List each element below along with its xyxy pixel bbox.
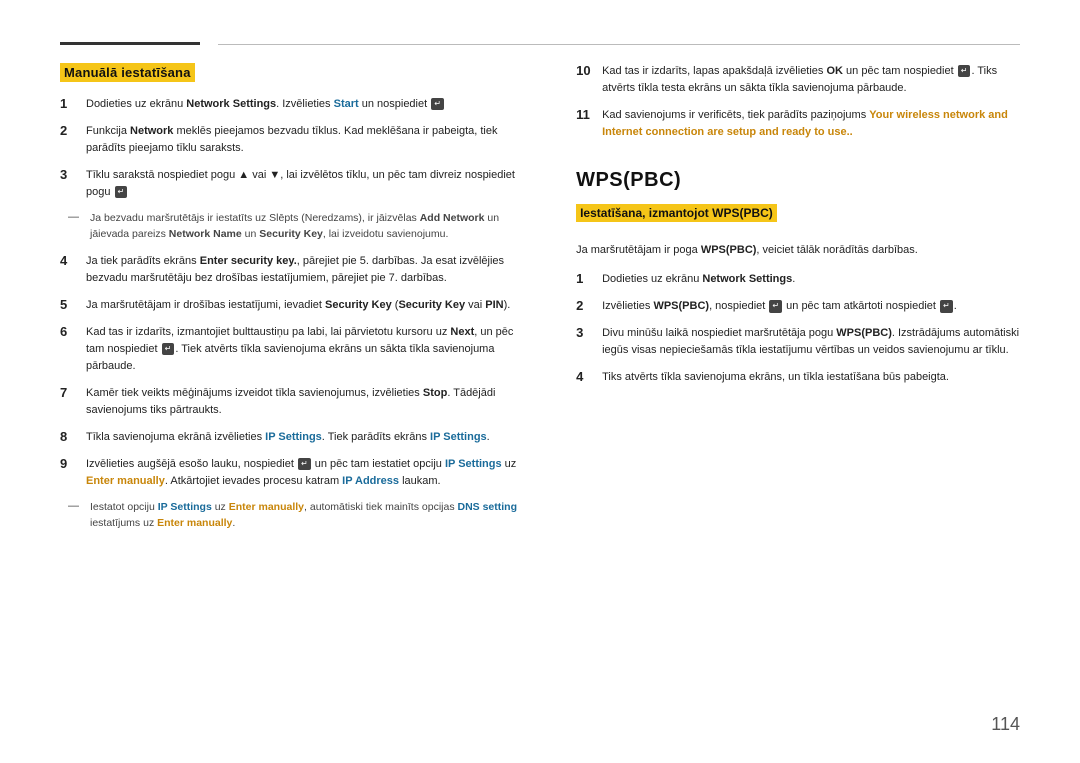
list-item: 1 Dodieties uz ekrānu Network Settings. … xyxy=(60,96,526,113)
page-number: 114 xyxy=(991,714,1020,735)
list-item: 6 Kad tas ir izdarīts, izmantojiet bultt… xyxy=(60,324,526,375)
list-item: 5 Ja maršrutētājam ir drošības iestatīju… xyxy=(60,297,526,314)
list-item: 4 Tiks atvērts tīkla savienojuma ekrāns,… xyxy=(576,369,1020,386)
main-content: Manuālā iestatīšana 1 Dodieties uz ekrān… xyxy=(60,63,1020,723)
enter-icon: ↵ xyxy=(298,458,311,470)
top-bar-right xyxy=(218,44,1020,45)
left-section-title: Manuālā iestatīšana xyxy=(60,63,526,96)
list-item: 10 Kad tas ir izdarīts, lapas apakšdaļā … xyxy=(576,63,1020,97)
list-item: 2 Funkcija Network meklēs pieejamos bezv… xyxy=(60,123,526,157)
wps-intro-text: Ja maršrutētājam ir poga WPS(PBC), veici… xyxy=(576,242,1020,259)
list-item: 7 Kamēr tiek veikts mēģinājums izveidot … xyxy=(60,385,526,419)
enter-icon: ↵ xyxy=(162,343,175,355)
list-item: 11 Kad savienojums ir verificēts, tiek p… xyxy=(576,107,1020,141)
top-divider xyxy=(60,40,1020,45)
enter-icon: ↵ xyxy=(940,300,953,312)
list-item: 8 Tīkla savienojuma ekrānā izvēlieties I… xyxy=(60,429,526,446)
list-item: 4 Ja tiek parādīts ekrāns Enter security… xyxy=(60,253,526,287)
enter-icon: ↵ xyxy=(115,186,128,198)
list-item: 2 Izvēlieties WPS(PBC), nospiediet ↵ un … xyxy=(576,298,1020,315)
list-item: 1 Dodieties uz ekrānu Network Settings. xyxy=(576,271,1020,288)
note-item: — Ja bezvadu maršrutētājs ir iestatīts u… xyxy=(68,211,526,243)
enter-icon: ↵ xyxy=(958,65,971,77)
wps-title: WPS(PBC) xyxy=(576,169,1020,192)
list-item: 3 Tīklu sarakstā nospiediet pogu ▲ vai ▼… xyxy=(60,167,526,201)
wps-section-subtitle: Iestatīšana, izmantojot WPS(PBC) xyxy=(576,204,1020,232)
enter-icon: ↵ xyxy=(431,98,444,110)
right-column: 10 Kad tas ir izdarīts, lapas apakšdaļā … xyxy=(566,63,1020,723)
list-item: 3 Divu minūšu laikā nospiediet maršrutēt… xyxy=(576,325,1020,359)
list-item: 9 Izvēlieties augšējā esošo lauku, nospi… xyxy=(60,456,526,490)
left-column: Manuālā iestatīšana 1 Dodieties uz ekrān… xyxy=(60,63,526,723)
note-item: — Iestatot opciju IP Settings uz Enter m… xyxy=(68,500,526,532)
enter-icon: ↵ xyxy=(769,300,782,312)
top-bar-left xyxy=(60,42,200,45)
